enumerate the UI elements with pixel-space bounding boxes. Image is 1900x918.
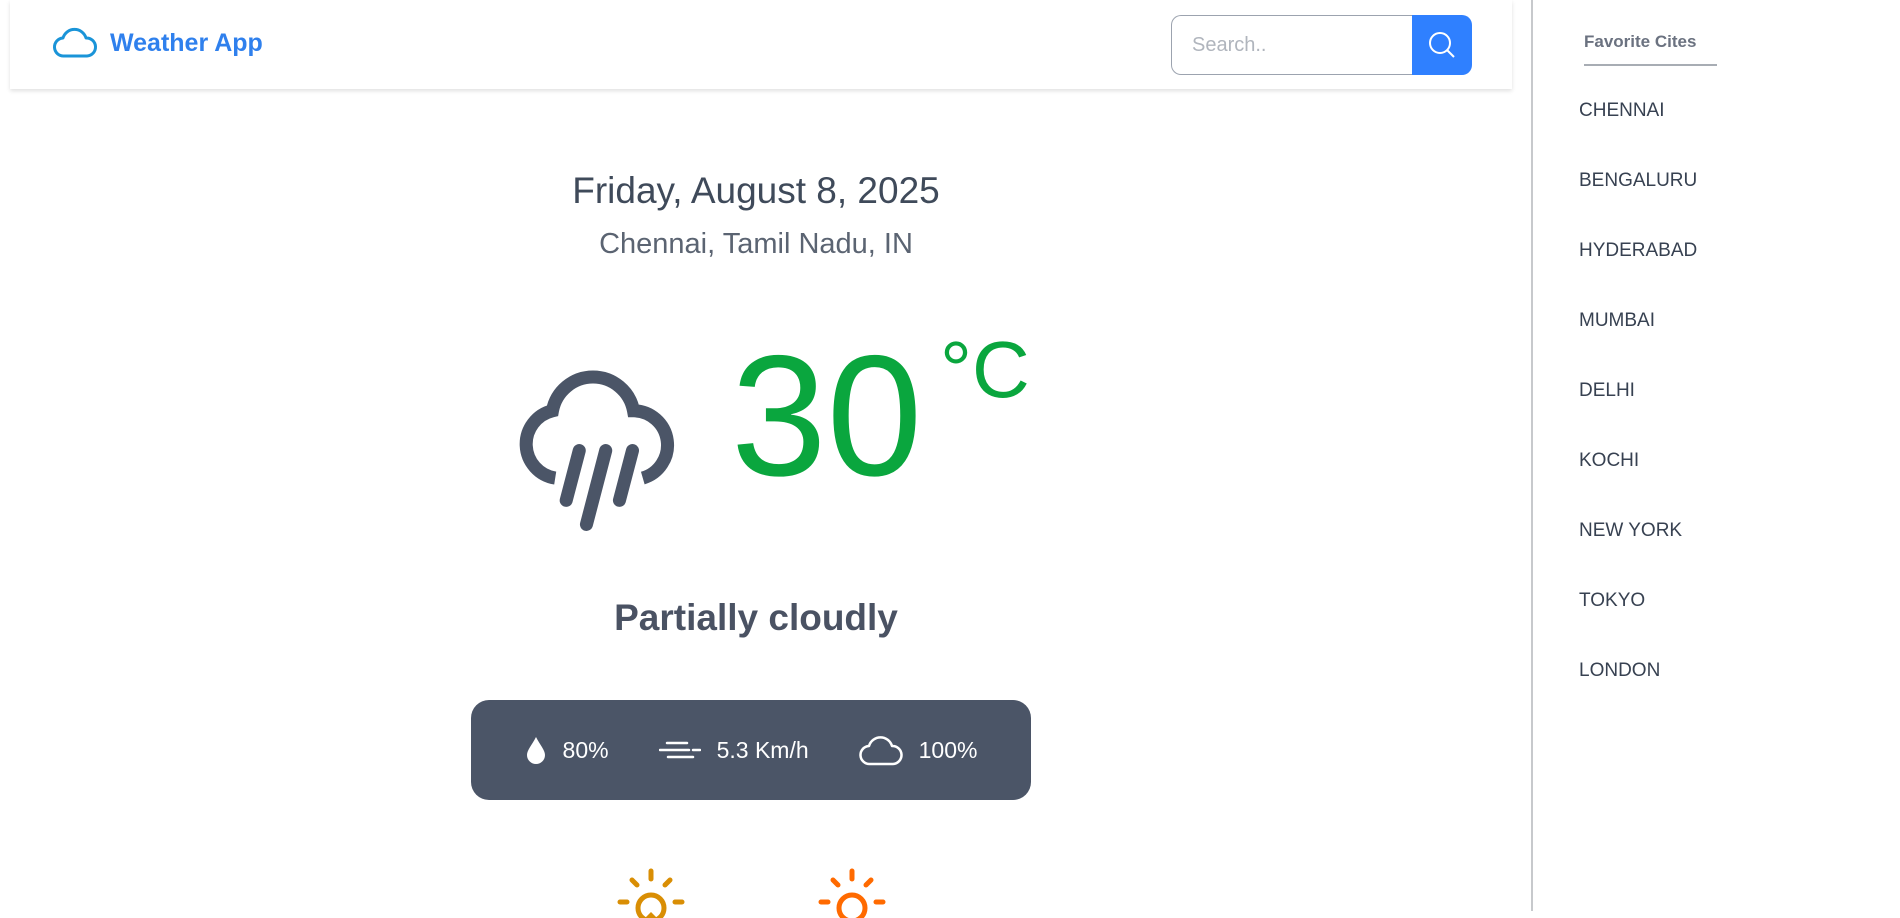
app-logo[interactable]: Weather App (52, 27, 263, 59)
weather-condition: Partially cloudly (614, 597, 898, 638)
cloud-icon (53, 28, 97, 58)
humidity-stat: 80% (525, 736, 609, 764)
search-input[interactable] (1171, 15, 1412, 75)
top-navbar: Weather App (10, 0, 1512, 89)
city-new-york[interactable]: NEW YORK (1579, 520, 1682, 542)
city-tokyo[interactable]: TOKYO (1579, 590, 1645, 612)
search-bar (1171, 15, 1472, 75)
city-chennai[interactable]: CHENNAI (1579, 100, 1665, 122)
water-drop-icon (526, 737, 545, 764)
current-location: Chennai, Tamil Nadu, IN (599, 228, 913, 260)
current-date: Friday, August 8, 2025 (572, 170, 940, 211)
cloud-icon (858, 736, 903, 766)
temperature-value: 30 (731, 320, 923, 512)
wind-value: 5.3 Km/h (716, 736, 809, 763)
wind-icon (658, 741, 701, 759)
city-hyderabad[interactable]: HYDERABAD (1579, 240, 1697, 262)
wind-stat: 5.3 Km/h (658, 736, 809, 764)
cloud-stat: 100% (858, 734, 978, 766)
app-title: Weather App (110, 28, 263, 57)
favorites-sidebar: Favorite Cites CHENNAI BENGALURU HYDERAB… (1531, 0, 1900, 911)
search-icon (1429, 32, 1455, 58)
city-mumbai[interactable]: MUMBAI (1579, 310, 1655, 332)
search-button[interactable] (1412, 15, 1472, 75)
weather-stats-panel: 80% 5.3 Km/h 100% (471, 700, 1031, 800)
city-london[interactable]: LONDON (1579, 660, 1660, 682)
city-kochi[interactable]: KOCHI (1579, 450, 1639, 472)
cloud-rain-icon (519, 370, 674, 531)
city-delhi[interactable]: DELHI (1579, 380, 1635, 402)
temperature-unit: °C (940, 325, 1030, 414)
cloud-value: 100% (918, 736, 978, 763)
favorites-title: Favorite Cites (1584, 32, 1717, 66)
city-bengaluru[interactable]: BENGALURU (1579, 170, 1697, 192)
humidity-value: 80% (562, 736, 609, 763)
